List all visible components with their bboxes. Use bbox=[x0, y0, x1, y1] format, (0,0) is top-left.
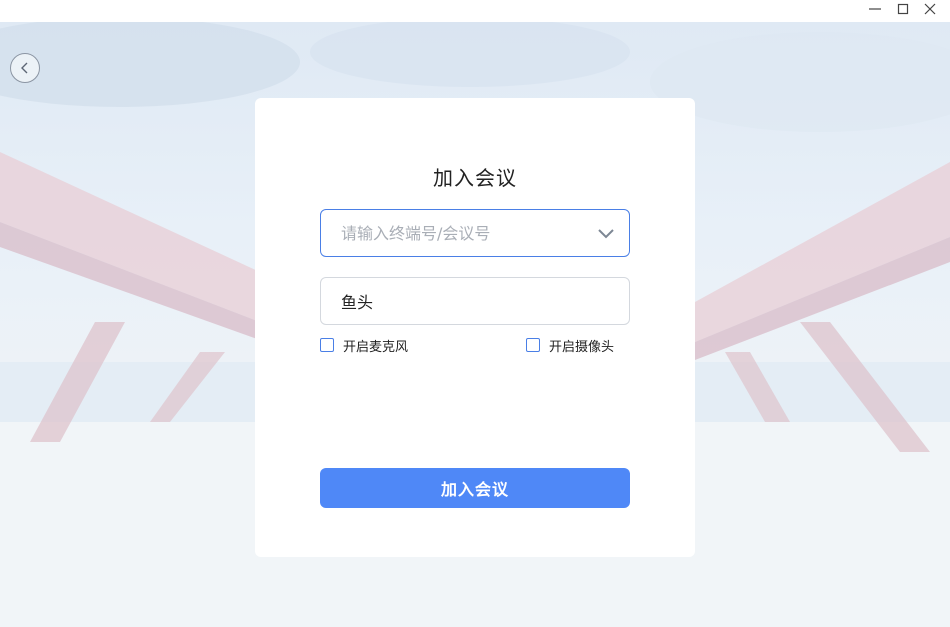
minimize-button[interactable] bbox=[862, 0, 888, 18]
microphone-option[interactable]: 开启麦克风 bbox=[320, 336, 409, 355]
camera-checkbox[interactable] bbox=[526, 338, 540, 352]
page-title: 加入会议 bbox=[433, 166, 517, 190]
display-name-input[interactable] bbox=[341, 278, 591, 324]
microphone-label: 开启麦克风 bbox=[343, 339, 409, 355]
title-bar bbox=[0, 0, 950, 22]
camera-label: 开启摄像头 bbox=[549, 339, 615, 355]
back-button[interactable] bbox=[10, 53, 40, 83]
microphone-checkbox[interactable] bbox=[320, 338, 334, 352]
meeting-number-field[interactable] bbox=[320, 209, 630, 257]
display-name-field[interactable] bbox=[320, 277, 630, 325]
camera-option[interactable]: 开启摄像头 bbox=[526, 336, 615, 355]
close-icon bbox=[924, 3, 936, 15]
chevron-down-icon[interactable] bbox=[597, 226, 615, 240]
meeting-number-input[interactable] bbox=[341, 210, 591, 256]
close-button[interactable] bbox=[917, 0, 943, 18]
maximize-button[interactable] bbox=[890, 0, 916, 18]
maximize-icon bbox=[897, 3, 909, 15]
chevron-left-icon bbox=[21, 62, 28, 74]
minimize-icon bbox=[869, 8, 881, 10]
join-meeting-button[interactable]: 加入会议 bbox=[320, 468, 630, 508]
app-window: 加入会议 开启麦克风 开启摄像头 加入会议 bbox=[0, 0, 950, 627]
